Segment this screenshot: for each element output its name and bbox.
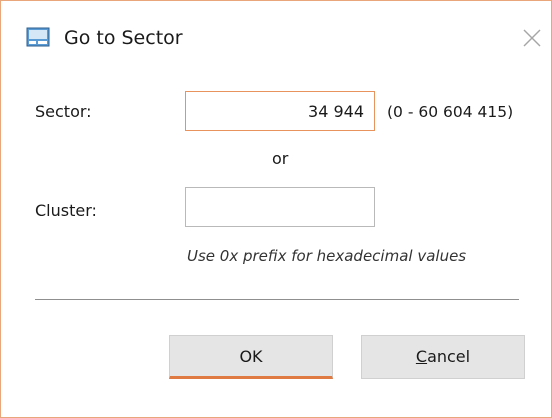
or-separator-text: or [272,149,289,168]
ok-button-label: OK [239,347,263,366]
hex-prefix-hint: Use 0x prefix for hexadecimal values [187,247,467,265]
window-title: Go to Sector [64,27,183,49]
close-button[interactable] [515,21,549,55]
cancel-label-rest: ancel [427,347,471,366]
title-bar: Go to Sector [1,1,551,77]
sector-range-text: (0 - 60 604 415) [387,103,514,121]
drive-window-icon [26,27,50,47]
cluster-input[interactable] [185,187,375,227]
close-icon [523,29,541,47]
divider [35,299,519,300]
go-to-sector-dialog: Go to Sector Sector: (0 - 60 604 415) or… [0,0,552,418]
cancel-button[interactable]: Cancel [361,335,525,379]
sector-input[interactable] [185,91,375,131]
sector-label: Sector: [35,102,92,121]
cluster-label: Cluster: [35,201,97,220]
cancel-button-label: Cancel [416,347,470,366]
cancel-access-key: C [415,347,428,366]
ok-button[interactable]: OK [169,335,333,379]
